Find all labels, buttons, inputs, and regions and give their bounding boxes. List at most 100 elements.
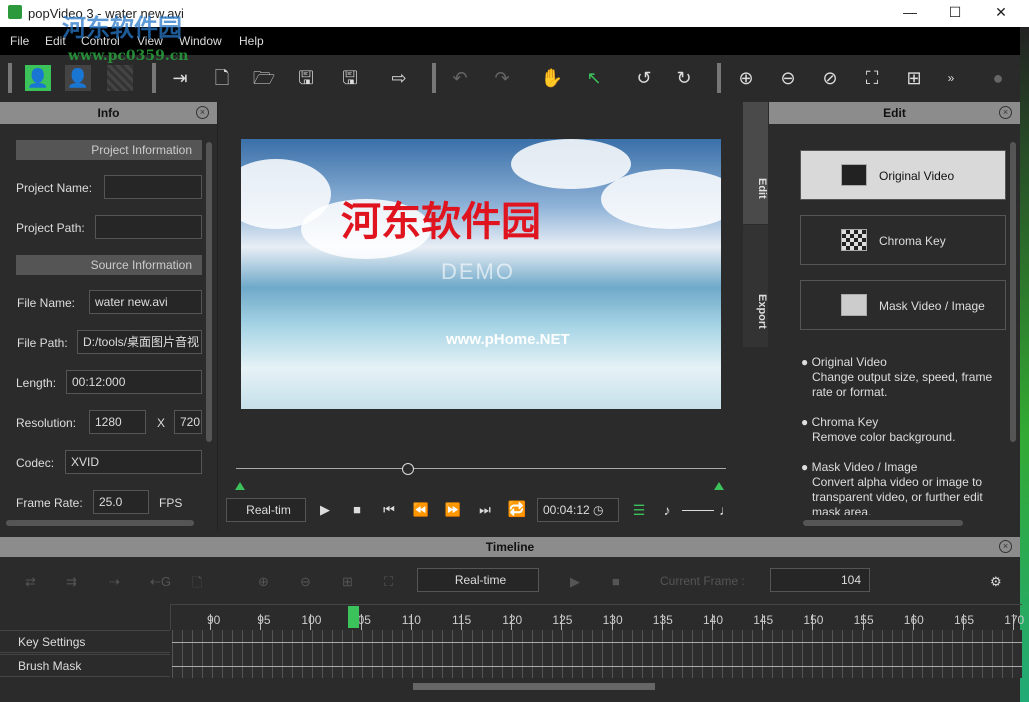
close-button[interactable]: ✕ <box>981 4 1021 21</box>
project-name-field[interactable] <box>104 175 202 199</box>
tick-label: 140 <box>703 613 724 627</box>
save-icon[interactable]: 🖫 <box>293 65 319 91</box>
key-remove-icon[interactable]: ⇄ <box>25 574 36 590</box>
current-frame-field[interactable]: 104 <box>770 568 870 592</box>
tick-label: 110 <box>401 613 421 627</box>
time-field[interactable]: 00:04:12 ◷ <box>537 498 619 522</box>
undo-icon[interactable]: ↶ <box>447 65 473 91</box>
out-marker-icon[interactable] <box>714 482 724 490</box>
file-path-field[interactable]: D:/tools/桌面图片音视 <box>77 330 202 354</box>
track-grid[interactable] <box>172 630 1022 678</box>
close-icon[interactable]: × <box>196 106 209 119</box>
next-frame-icon[interactable]: ⏭ <box>472 497 498 523</box>
zoom-out-icon[interactable]: ⊖ <box>775 65 801 91</box>
track-view-icon[interactable]: ☰ <box>626 497 652 523</box>
tick-label: 05 <box>357 613 371 627</box>
fit-icon[interactable]: ⛶ <box>384 574 393 590</box>
playhead[interactable] <box>348 606 359 628</box>
horizontal-scrollbar[interactable] <box>803 520 963 526</box>
app-logo <box>8 5 22 19</box>
no-zoom-icon[interactable]: ⊘ <box>817 65 843 91</box>
maximize-button[interactable]: ☐ <box>935 4 975 21</box>
height-field[interactable]: 720 <box>174 410 202 434</box>
play-icon[interactable]: ▶ <box>570 574 580 590</box>
rotate-right-icon[interactable]: ↻ <box>671 65 697 91</box>
settings-icon[interactable]: ⚙ <box>990 574 1002 590</box>
person-mode-icon[interactable]: 👤 <box>25 65 51 91</box>
more-icon[interactable]: » <box>938 65 964 91</box>
save-as-icon[interactable]: 🖫 <box>337 65 363 91</box>
zoom-region-icon[interactable]: ⊞ <box>342 574 353 590</box>
import-icon[interactable]: ⇥ <box>167 65 193 91</box>
chroma-key-button[interactable]: Chroma Key <box>800 215 1006 265</box>
music-note-icon: ♩ <box>719 502 733 518</box>
length-label: Length: <box>16 376 57 390</box>
hand-icon[interactable]: ✋ <box>539 65 565 91</box>
track-key-settings[interactable]: Key Settings <box>0 630 170 653</box>
track-brush-mask[interactable]: Brush Mask <box>0 654 170 677</box>
play-icon[interactable]: ▶ <box>312 497 338 523</box>
minimize-button[interactable]: — <box>890 4 930 20</box>
close-icon[interactable]: × <box>999 106 1012 119</box>
key-next-icon[interactable]: ⇢ <box>109 574 120 590</box>
seek-track[interactable] <box>236 468 726 469</box>
fit-icon[interactable]: ⛶ <box>859 65 885 91</box>
zoom-out-icon[interactable]: ⊖ <box>300 574 311 590</box>
frame-rate-field[interactable]: 25.0 <box>93 490 149 514</box>
volume-slider[interactable] <box>682 510 714 511</box>
seek-handle[interactable] <box>401 463 414 475</box>
key-add-icon[interactable]: ⇉ <box>66 574 77 590</box>
checker-icon[interactable] <box>107 65 133 91</box>
export-icon[interactable]: ⇨ <box>386 65 412 91</box>
length-field[interactable]: 00:12:000 <box>66 370 202 394</box>
mask-video-button[interactable]: Mask Video / Image <box>800 280 1006 330</box>
file-name-field[interactable]: water new.avi <box>89 290 202 314</box>
select-arrow-icon[interactable]: ↖ <box>581 65 607 91</box>
zoom-in-icon[interactable]: ⊕ <box>733 65 759 91</box>
tab-export[interactable]: Export <box>743 225 768 347</box>
open-folder-icon[interactable]: 🗁 <box>251 65 277 91</box>
description-mask: ● Mask Video / Image Convert alpha video … <box>801 460 983 515</box>
person-icon <box>841 164 867 186</box>
vertical-scrollbar[interactable] <box>1010 142 1016 442</box>
fast-forward-icon[interactable]: ⏩ <box>440 497 466 523</box>
timeline-mode-select[interactable]: Real-time <box>417 568 539 592</box>
vertical-scrollbar[interactable] <box>206 142 212 442</box>
previous-frame-icon[interactable]: ⏮ <box>376 497 402 523</box>
timeline-scrollbar[interactable] <box>413 683 655 690</box>
stop-icon[interactable]: ■ <box>612 574 620 589</box>
file-icon[interactable]: 🗋 <box>192 574 202 596</box>
zoom-in-icon[interactable]: ⊕ <box>258 574 269 590</box>
in-marker-icon[interactable] <box>235 482 245 490</box>
rewind-icon[interactable]: ⏪ <box>408 497 434 523</box>
project-info-section: Project Information <box>16 140 202 160</box>
close-icon[interactable]: × <box>999 540 1012 553</box>
key-group-icon[interactable]: ⇠G <box>150 574 171 590</box>
mute-icon[interactable]: ♪ <box>654 497 680 523</box>
rotate-left-icon[interactable]: ↺ <box>631 65 657 91</box>
zoom-region-icon[interactable]: ⊞ <box>901 65 927 91</box>
timeline-ruler[interactable] <box>170 604 1022 630</box>
codec-field[interactable]: XVID <box>65 450 202 474</box>
stop-icon[interactable]: ■ <box>344 497 370 523</box>
tab-edit[interactable]: Edit <box>743 102 768 224</box>
loop-icon[interactable]: 🔁 <box>504 497 530 523</box>
timeline-title: Timeline <box>0 537 1020 557</box>
side-tabs: Edit Export <box>743 102 768 347</box>
menu-window[interactable]: Window <box>179 34 222 48</box>
horizontal-scrollbar[interactable] <box>6 520 194 526</box>
playback-mode-select[interactable]: Real-tim <box>226 498 306 522</box>
person-gray-icon[interactable]: 👤 <box>65 65 91 91</box>
width-field[interactable]: 1280 <box>89 410 146 434</box>
project-path-field[interactable] <box>95 215 202 239</box>
redo-icon[interactable]: ↷ <box>489 65 515 91</box>
menu-help[interactable]: Help <box>239 34 264 48</box>
menu-file[interactable]: File <box>10 34 29 48</box>
video-preview[interactable]: 河东软件园 DEMO www.pHome.NET <box>241 139 721 409</box>
new-file-icon[interactable]: 🗋 <box>209 65 235 91</box>
camera-icon[interactable]: ● <box>985 65 1011 91</box>
button-label: Original Video <box>879 169 955 183</box>
original-video-button[interactable]: Original Video <box>800 150 1006 200</box>
project-name-label: Project Name: <box>16 181 93 195</box>
tick-label: 100 <box>301 613 322 627</box>
